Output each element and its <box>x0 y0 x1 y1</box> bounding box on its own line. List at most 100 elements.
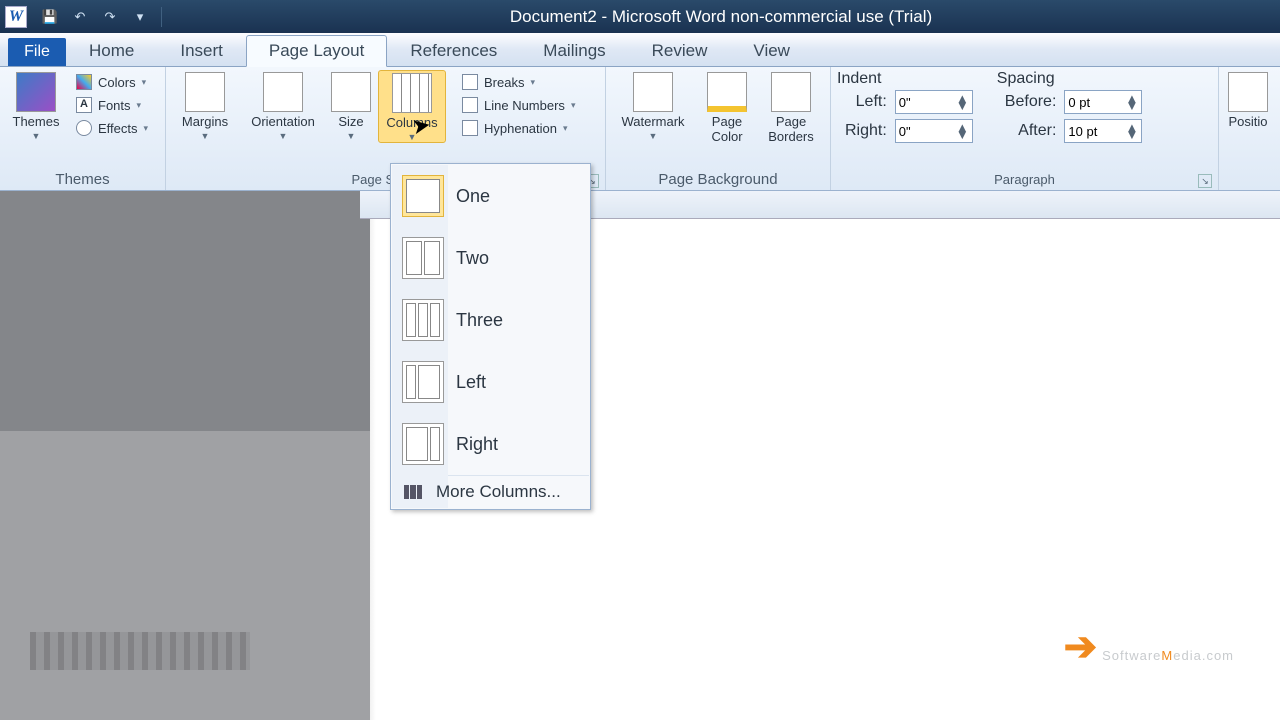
columns-right-icon <box>402 423 444 465</box>
window-title: Document2 - Microsoft Word non-commercia… <box>162 7 1280 27</box>
orientation-button[interactable]: Orientation▼ <box>242 70 324 141</box>
tab-view[interactable]: View <box>730 34 813 66</box>
hyphenation-label: Hyphenation <box>484 121 557 136</box>
columns-three-icon <box>402 299 444 341</box>
columns-option-one[interactable]: One <box>392 165 589 227</box>
position-button[interactable]: Positio <box>1225 70 1271 129</box>
columns-option-right[interactable]: Right <box>392 413 589 475</box>
word-app-icon: W <box>5 6 27 28</box>
spacing-heading: Spacing <box>997 70 1143 90</box>
tab-insert[interactable]: Insert <box>157 34 246 66</box>
tab-home[interactable]: Home <box>66 34 157 66</box>
spacing-before-value: 0 pt <box>1068 95 1090 110</box>
redo-icon[interactable]: ↷ <box>101 8 119 26</box>
line-numbers-button[interactable]: Line Numbers▾ <box>456 95 581 115</box>
page-borders-button[interactable]: Page Borders <box>760 70 822 144</box>
qat-customize-icon[interactable]: ▾ <box>131 8 149 26</box>
fonts-button[interactable]: AFonts▾ <box>70 95 154 115</box>
tab-file[interactable]: File <box>8 38 66 66</box>
more-columns-label: More Columns... <box>436 482 561 502</box>
columns-one-icon <box>402 175 444 217</box>
orientation-icon <box>263 72 303 112</box>
columns-one-label: One <box>456 186 490 207</box>
title-bar: W 💾 ↶ ↷ ▾ Document2 - Microsoft Word non… <box>0 0 1280 33</box>
themes-icon <box>16 72 56 112</box>
tab-review[interactable]: Review <box>629 34 731 66</box>
tab-page-layout[interactable]: Page Layout <box>246 35 387 67</box>
position-label: Positio <box>1228 114 1267 129</box>
paragraph-dialog-launcher[interactable]: ↘ <box>1198 174 1212 188</box>
fonts-icon: A <box>76 97 92 113</box>
indent-right-input[interactable]: 0"▲▼ <box>895 119 973 143</box>
position-icon <box>1228 72 1268 112</box>
indent-right-value: 0" <box>899 124 911 139</box>
undo-icon[interactable]: ↶ <box>71 8 89 26</box>
paragraph-label-text: Paragraph <box>837 172 1212 187</box>
breaks-icon <box>462 74 478 90</box>
left-panel-blur <box>0 431 370 720</box>
group-arrange: Positio <box>1219 67 1277 190</box>
spacing-after-input[interactable]: 10 pt▲▼ <box>1064 119 1142 143</box>
group-paragraph: Indent Left: 0"▲▼ Right: 0"▲▼ Spacing Be… <box>831 67 1219 190</box>
themes-label: Themes <box>13 114 60 129</box>
watermark-arrow-icon: ➔ <box>1064 624 1099 670</box>
size-button[interactable]: Size▼ <box>328 70 374 141</box>
more-columns-icon <box>404 485 422 499</box>
colors-label: Colors <box>98 75 136 90</box>
line-numbers-icon <box>462 97 478 113</box>
columns-three-label: Three <box>456 310 503 331</box>
columns-two-icon <box>402 237 444 279</box>
wm-com: .com <box>1202 648 1234 663</box>
margins-button[interactable]: Margins▼ <box>172 70 238 141</box>
tab-references[interactable]: References <box>387 34 520 66</box>
columns-right-label: Right <box>456 434 498 455</box>
watermark-icon <box>633 72 673 112</box>
spacing-before-label: Before: <box>1005 93 1057 111</box>
columns-option-two[interactable]: Two <box>392 227 589 289</box>
indent-left-input[interactable]: 0"▲▼ <box>895 90 973 114</box>
chevron-down-icon: ▼ <box>32 131 41 141</box>
ribbon: Themes ▼ Colors▾ AFonts▾ Effects▾ Themes… <box>0 67 1280 191</box>
softwaremedia-watermark: ➔ S oftware M edia .com <box>1064 624 1234 670</box>
columns-option-three[interactable]: Three <box>392 289 589 351</box>
themes-button[interactable]: Themes ▼ <box>6 70 66 141</box>
effects-icon <box>76 120 92 136</box>
indent-left-value: 0" <box>899 95 911 110</box>
breaks-button[interactable]: Breaks▾ <box>456 72 581 92</box>
indent-right-label: Right: <box>845 122 887 140</box>
colors-button[interactable]: Colors▾ <box>70 72 154 92</box>
size-label: Size <box>338 114 363 129</box>
tab-mailings[interactable]: Mailings <box>520 34 628 66</box>
quick-access-toolbar: 💾 ↶ ↷ ▾ <box>41 7 162 27</box>
columns-option-left[interactable]: Left <box>392 351 589 413</box>
wm-edia: edia <box>1173 648 1202 663</box>
margins-icon <box>185 72 225 112</box>
group-themes-label: Themes <box>6 171 159 190</box>
group-themes: Themes ▼ Colors▾ AFonts▾ Effects▾ Themes <box>0 67 166 190</box>
effects-button[interactable]: Effects▾ <box>70 118 154 138</box>
indent-heading: Indent <box>837 70 973 90</box>
save-icon[interactable]: 💾 <box>41 8 59 26</box>
group-page-background-label: Page Background <box>612 171 824 190</box>
hyphenation-icon <box>462 120 478 136</box>
columns-left-label: Left <box>456 372 486 393</box>
spacing-before-input[interactable]: 0 pt▲▼ <box>1064 90 1142 114</box>
hyphenation-button[interactable]: Hyphenation▾ <box>456 118 581 138</box>
page-color-label: Page Color <box>711 114 742 144</box>
watermark-label: Watermark <box>621 114 684 129</box>
effects-label: Effects <box>98 121 138 136</box>
wm-s: S <box>1102 648 1112 663</box>
watermark-button[interactable]: Watermark▼ <box>612 70 694 141</box>
wm-oftware: oftware <box>1112 648 1162 663</box>
columns-dropdown-menu: One Two Three Left Right More Columns... <box>390 163 591 510</box>
page-color-button[interactable]: Page Color <box>698 70 756 144</box>
columns-icon <box>392 73 432 113</box>
ribbon-tabstrip: File Home Insert Page Layout References … <box>0 33 1280 67</box>
spacing-after-value: 10 pt <box>1068 124 1097 139</box>
colors-icon <box>76 74 92 90</box>
wm-m: M <box>1161 648 1173 663</box>
margins-label: Margins <box>182 114 228 129</box>
page-color-icon <box>707 72 747 112</box>
spacing-after-label: After: <box>1005 122 1057 140</box>
orientation-label: Orientation <box>251 114 315 129</box>
